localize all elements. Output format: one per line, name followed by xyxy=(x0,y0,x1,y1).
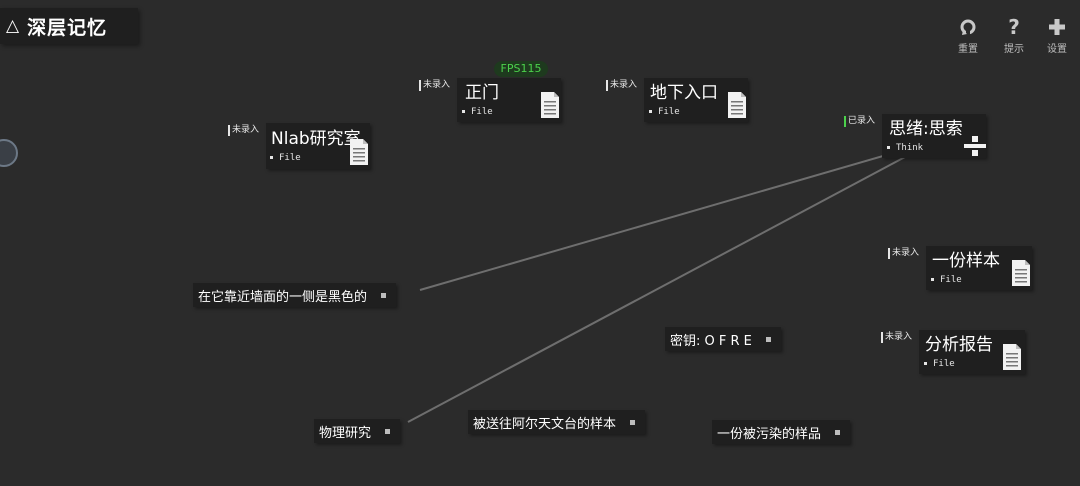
hint-button[interactable]: ? 提示 xyxy=(994,15,1034,55)
clue-handle-icon xyxy=(385,428,391,434)
node-card[interactable]: 一份样本 File xyxy=(926,246,1032,290)
document-icon xyxy=(728,92,746,118)
node-title: 思绪:思索 xyxy=(889,119,963,139)
page-title: 深层记忆 xyxy=(27,16,108,39)
link-thought-physics xyxy=(407,156,906,423)
node-card[interactable]: 正门 File xyxy=(457,78,561,122)
clue-text: 一份被污染的样品 xyxy=(717,426,822,442)
node-type: File xyxy=(270,153,301,163)
node-type: Think xyxy=(887,143,923,153)
clue-handle-icon xyxy=(381,292,387,298)
clue-sent-sample[interactable]: 被送往阿尔天文台的样本 xyxy=(468,410,646,434)
status-badge: 未录入 xyxy=(228,125,259,136)
reset-icon xyxy=(948,16,988,38)
clue-text: 物理研究 xyxy=(319,425,372,441)
settings-label: 设置 xyxy=(1047,44,1067,55)
fps-counter: FPS115 xyxy=(494,61,548,77)
clue-handle-icon xyxy=(835,429,841,435)
node-type: File xyxy=(462,107,493,117)
node-card[interactable]: 地下入口 File xyxy=(644,78,748,122)
node-type: File xyxy=(924,359,955,369)
clue-wall-black-side[interactable]: 在它靠近墙面的一侧是黑色的 xyxy=(193,283,397,307)
scene-title-bar: △ 深层记忆 xyxy=(0,8,138,44)
node-type: File xyxy=(931,275,962,285)
clue-text: 密钥: O F R E xyxy=(670,333,752,349)
divide-icon xyxy=(964,136,986,156)
node-title: Nlab研究室 xyxy=(271,129,361,149)
document-icon xyxy=(350,139,368,165)
triangle-icon[interactable]: △ xyxy=(6,16,19,36)
document-icon xyxy=(1003,344,1021,370)
clue-text: 被送往阿尔天文台的样本 xyxy=(473,416,617,432)
node-card[interactable]: 分析报告 File xyxy=(919,330,1025,374)
node-card[interactable]: Nlab研究室 File xyxy=(266,123,370,169)
clue-key[interactable]: 密钥: O F R E xyxy=(665,327,781,351)
document-icon xyxy=(541,92,559,118)
settings-button[interactable]: 设置 xyxy=(1037,16,1077,55)
reset-label: 重置 xyxy=(958,44,978,55)
clue-physics-research[interactable]: 物理研究 xyxy=(314,419,401,443)
status-badge: 已录入 xyxy=(844,116,875,127)
question-icon: ? xyxy=(1008,15,1020,39)
clue-handle-icon xyxy=(765,336,771,342)
clue-handle-icon xyxy=(630,419,636,425)
document-icon xyxy=(1012,260,1030,286)
node-type: File xyxy=(649,107,680,117)
clue-polluted-sample[interactable]: 一份被污染的样品 xyxy=(712,420,851,444)
link-thought-wall xyxy=(419,153,891,291)
status-badge: 未录入 xyxy=(888,248,919,259)
status-badge: 未录入 xyxy=(881,332,912,343)
status-badge: 未录入 xyxy=(606,80,637,91)
plus-icon xyxy=(1037,16,1077,38)
hint-label: 提示 xyxy=(1004,44,1024,55)
clue-text: 在它靠近墙面的一侧是黑色的 xyxy=(198,289,368,305)
node-title: 正门 xyxy=(465,83,499,103)
node-card[interactable]: 思绪:思索 Think xyxy=(882,114,986,158)
node-title: 分析报告 xyxy=(925,335,993,355)
status-badge: 未录入 xyxy=(419,80,450,91)
node-title: 地下入口 xyxy=(650,83,718,103)
node-title: 一份样本 xyxy=(932,251,1000,271)
reset-button[interactable]: 重置 xyxy=(948,16,988,55)
